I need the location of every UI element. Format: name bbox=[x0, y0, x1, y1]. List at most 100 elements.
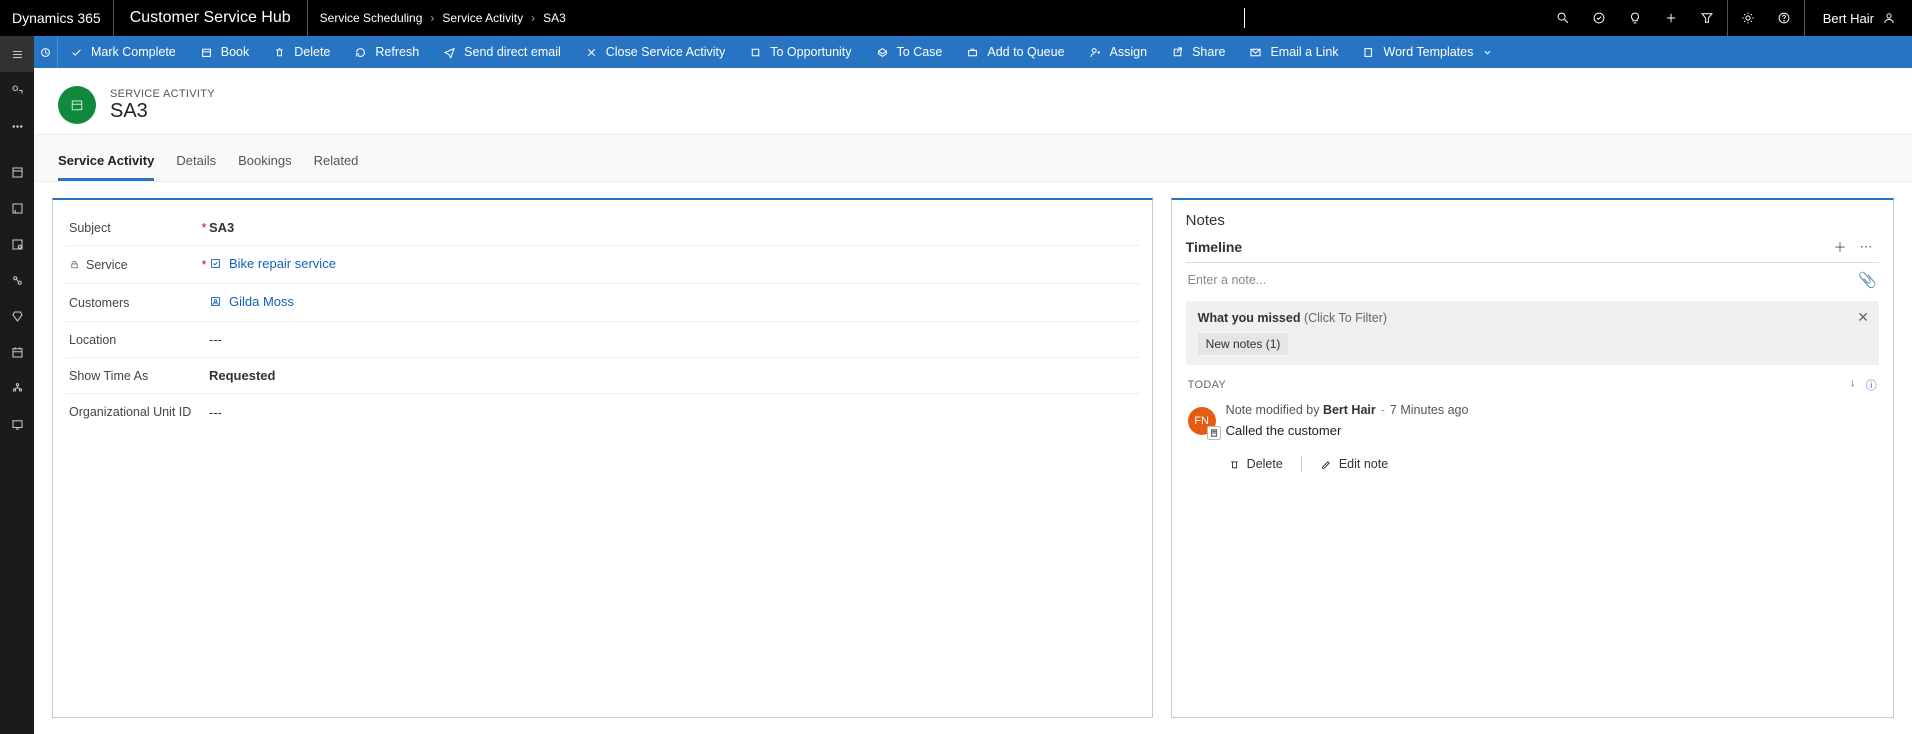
field-showtime[interactable]: Show Time As Requested bbox=[65, 358, 1140, 394]
delete-label: Delete bbox=[294, 45, 330, 59]
today-label: TODAY bbox=[1188, 379, 1226, 391]
rail-item-2-icon[interactable] bbox=[0, 190, 34, 226]
customers-label: Customers bbox=[69, 296, 129, 310]
showtime-value[interactable]: Requested bbox=[209, 368, 509, 383]
service-label: Service bbox=[86, 258, 128, 272]
send-email-button[interactable]: Send direct email bbox=[431, 36, 573, 68]
sort-icon[interactable]: ↓ bbox=[1850, 377, 1856, 393]
subject-value[interactable]: SA3 bbox=[209, 220, 509, 235]
rail-item-3-icon[interactable] bbox=[0, 226, 34, 262]
to-case-button[interactable]: To Case bbox=[864, 36, 955, 68]
missed-filter-hint[interactable]: (Click To Filter) bbox=[1304, 311, 1387, 325]
location-value[interactable]: --- bbox=[209, 332, 509, 347]
tab-related[interactable]: Related bbox=[314, 147, 359, 181]
showtime-label: Show Time As bbox=[69, 369, 148, 383]
location-label: Location bbox=[69, 333, 116, 347]
missed-title: What you missed bbox=[1198, 311, 1301, 325]
rail-more-icon[interactable] bbox=[0, 108, 34, 144]
note-body-text: Called the customer bbox=[1226, 423, 1469, 438]
rail-item-1-icon[interactable] bbox=[0, 154, 34, 190]
new-notes-chip[interactable]: New notes (1) bbox=[1198, 333, 1289, 355]
assign-button[interactable]: Assign bbox=[1077, 36, 1160, 68]
note-delete-button[interactable]: Delete bbox=[1228, 457, 1283, 471]
add-icon[interactable] bbox=[1653, 0, 1689, 36]
rail-item-5-icon[interactable] bbox=[0, 298, 34, 334]
rail-recents-icon[interactable] bbox=[0, 72, 34, 108]
assign-label: Assign bbox=[1110, 45, 1148, 59]
entity-type-label: SERVICE ACTIVITY bbox=[110, 88, 215, 100]
send-email-label: Send direct email bbox=[464, 45, 561, 59]
breadcrumb: Service Scheduling › Service Activity › … bbox=[308, 0, 1244, 36]
chevron-down-icon bbox=[1481, 46, 1494, 59]
timeline-add-button[interactable]: ＋ bbox=[1827, 237, 1853, 256]
chevron-right-icon: › bbox=[426, 11, 438, 25]
crumb-0[interactable]: Service Scheduling bbox=[316, 11, 427, 25]
user-menu[interactable]: Bert Hair bbox=[1807, 0, 1912, 36]
hub-name[interactable]: Customer Service Hub bbox=[114, 0, 307, 36]
history-icon[interactable] bbox=[34, 36, 58, 68]
orgunit-label: Organizational Unit ID bbox=[69, 404, 191, 420]
form-tabs: Service Activity Details Bookings Relate… bbox=[58, 147, 1888, 181]
person-icon bbox=[1882, 11, 1896, 25]
lock-icon bbox=[69, 259, 80, 270]
rail-item-7-icon[interactable] bbox=[0, 370, 34, 406]
rail-item-8-icon[interactable] bbox=[0, 406, 34, 442]
mark-complete-button[interactable]: Mark Complete bbox=[58, 36, 188, 68]
notes-title: Notes bbox=[1186, 212, 1879, 229]
note-user: Bert Hair bbox=[1323, 403, 1376, 417]
word-templates-button[interactable]: Word Templates bbox=[1351, 36, 1507, 68]
brand-label[interactable]: Dynamics 365 bbox=[0, 0, 113, 36]
rail-item-6-icon[interactable] bbox=[0, 334, 34, 370]
note-delete-label: Delete bbox=[1247, 457, 1283, 471]
lightbulb-icon[interactable] bbox=[1617, 0, 1653, 36]
timeline-note[interactable]: FN Note modified by Bert Hair-7 Minutes … bbox=[1186, 397, 1879, 444]
tab-bookings[interactable]: Bookings bbox=[238, 147, 291, 181]
close-icon[interactable]: ✕ bbox=[1857, 309, 1869, 326]
close-sa-button[interactable]: Close Service Activity bbox=[573, 36, 737, 68]
service-value: Bike repair service bbox=[229, 256, 336, 271]
form-panel: Subject * SA3 Service * Bike repair serv… bbox=[52, 198, 1153, 718]
orgunit-value[interactable]: --- bbox=[209, 405, 509, 420]
customer-value: Gilda Moss bbox=[229, 294, 294, 309]
required-indicator: * bbox=[199, 220, 209, 235]
search-icon[interactable] bbox=[1545, 0, 1581, 36]
share-label: Share bbox=[1192, 45, 1225, 59]
field-orgunit[interactable]: Organizational Unit ID --- bbox=[65, 394, 1140, 430]
command-bar: Mark Complete Book Delete Refresh Send d… bbox=[34, 36, 1912, 68]
book-button[interactable]: Book bbox=[188, 36, 262, 68]
tab-details[interactable]: Details bbox=[176, 147, 216, 181]
page-header: SERVICE ACTIVITY SA3 bbox=[34, 68, 1912, 134]
hamburger-icon[interactable] bbox=[0, 36, 34, 72]
tab-service-activity[interactable]: Service Activity bbox=[58, 147, 154, 181]
user-name: Bert Hair bbox=[1823, 11, 1874, 26]
help-icon[interactable] bbox=[1766, 0, 1802, 36]
left-nav-rail bbox=[0, 36, 34, 734]
field-customers[interactable]: Customers Gilda Moss bbox=[65, 284, 1140, 322]
crumb-2[interactable]: SA3 bbox=[539, 11, 570, 25]
rail-item-4-icon[interactable] bbox=[0, 262, 34, 298]
task-check-icon[interactable] bbox=[1581, 0, 1617, 36]
note-input[interactable]: Enter a note... bbox=[1188, 273, 1267, 287]
info-icon[interactable]: ⓘ bbox=[1866, 377, 1877, 393]
to-opportunity-button[interactable]: To Opportunity bbox=[737, 36, 863, 68]
avatar-initials: FN bbox=[1194, 415, 1209, 427]
delete-button[interactable]: Delete bbox=[261, 36, 342, 68]
to-opportunity-label: To Opportunity bbox=[770, 45, 851, 59]
note-edit-button[interactable]: Edit note bbox=[1320, 457, 1388, 471]
email-link-button[interactable]: Email a Link bbox=[1237, 36, 1350, 68]
customer-link[interactable]: Gilda Moss bbox=[209, 294, 294, 309]
divider bbox=[1301, 456, 1302, 472]
field-service[interactable]: Service * Bike repair service bbox=[65, 246, 1140, 284]
crumb-1[interactable]: Service Activity bbox=[438, 11, 527, 25]
field-location[interactable]: Location --- bbox=[65, 322, 1140, 358]
share-button[interactable]: Share bbox=[1159, 36, 1237, 68]
add-queue-button[interactable]: Add to Queue bbox=[954, 36, 1076, 68]
note-edit-label: Edit note bbox=[1339, 457, 1388, 471]
timeline-more-button[interactable]: ⋯ bbox=[1853, 239, 1879, 255]
filter-icon[interactable] bbox=[1689, 0, 1725, 36]
refresh-button[interactable]: Refresh bbox=[342, 36, 431, 68]
attach-icon[interactable]: 📎 bbox=[1858, 271, 1877, 289]
gear-icon[interactable] bbox=[1730, 0, 1766, 36]
service-link[interactable]: Bike repair service bbox=[209, 256, 336, 271]
field-subject[interactable]: Subject * SA3 bbox=[65, 210, 1140, 246]
